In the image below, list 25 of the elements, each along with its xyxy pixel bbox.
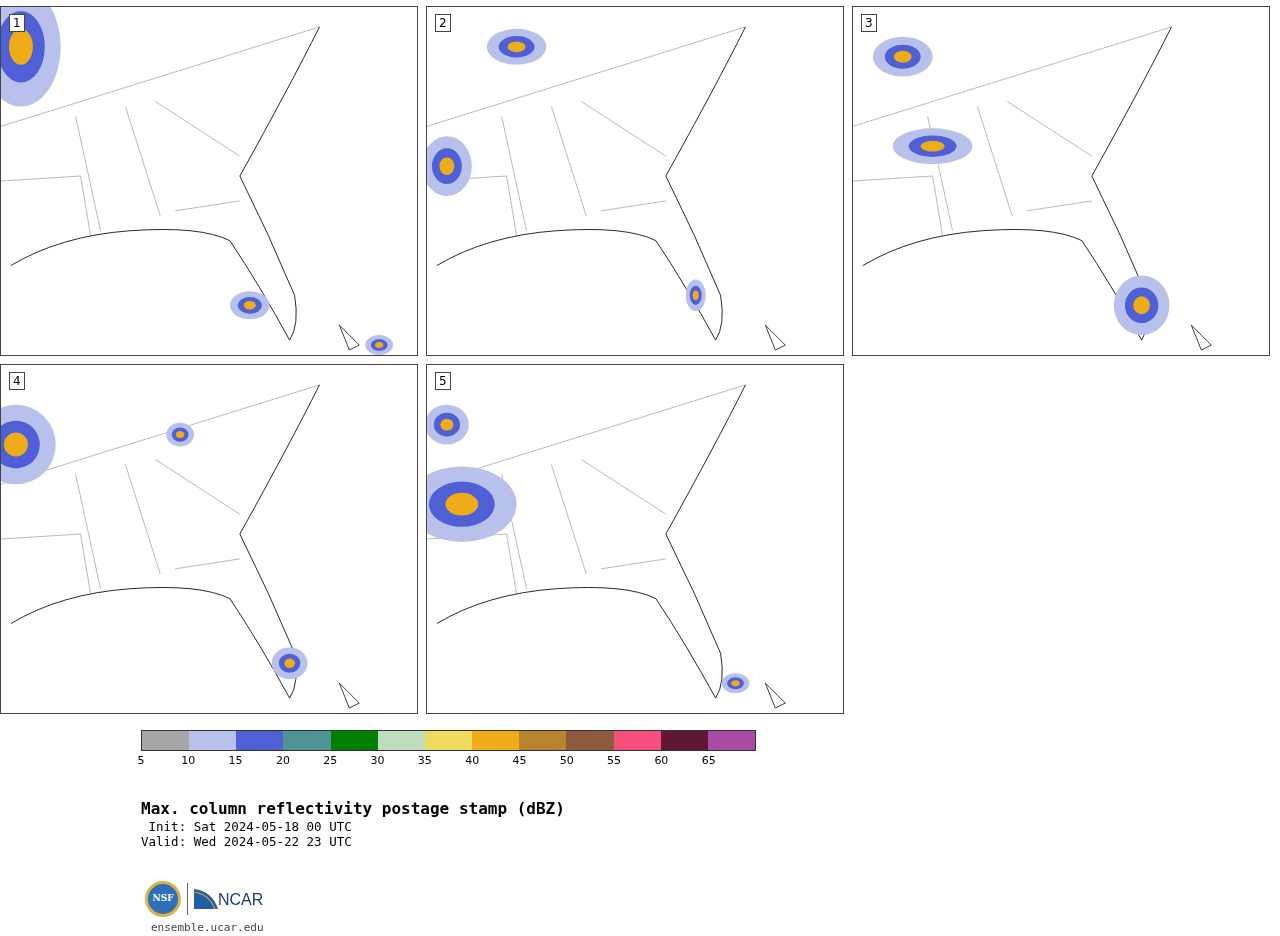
seal-logo: NSF <box>145 881 181 917</box>
panel-number: 2 <box>435 14 451 32</box>
tick-label: 55 <box>607 755 622 767</box>
tick-label: 40 <box>465 755 480 767</box>
panel-number: 3 <box>861 14 877 32</box>
tick-label: 35 <box>417 755 432 767</box>
tick-label: 20 <box>275 755 290 767</box>
tick-label: 15 <box>228 755 243 767</box>
arc-logo-icon <box>194 889 218 909</box>
chart-title: Max. column reflectivity postage stamp (dBZ) <box>141 799 565 819</box>
panel-number: 1 <box>9 14 25 32</box>
tick-label: 50 <box>559 755 574 767</box>
tick-label: 30 <box>370 755 385 767</box>
panel-number: 5 <box>435 372 451 390</box>
tick-label: 45 <box>512 755 527 767</box>
tick-label: 5 <box>137 755 145 767</box>
website-url: ensemble.ucar.edu <box>151 921 265 934</box>
init-time: Init: Sat 2024-05-18 00 UTC <box>147 819 352 834</box>
valid-time: Valid: Wed 2024-05-22 23 UTC <box>141 834 352 849</box>
ncar-logo: NCAR <box>194 889 264 909</box>
tick-label: 60 <box>654 755 669 767</box>
tick-label: 65 <box>701 755 716 767</box>
tick-label: 25 <box>323 755 338 767</box>
panel-number: 4 <box>9 372 25 390</box>
tick-label: 10 <box>181 755 196 767</box>
